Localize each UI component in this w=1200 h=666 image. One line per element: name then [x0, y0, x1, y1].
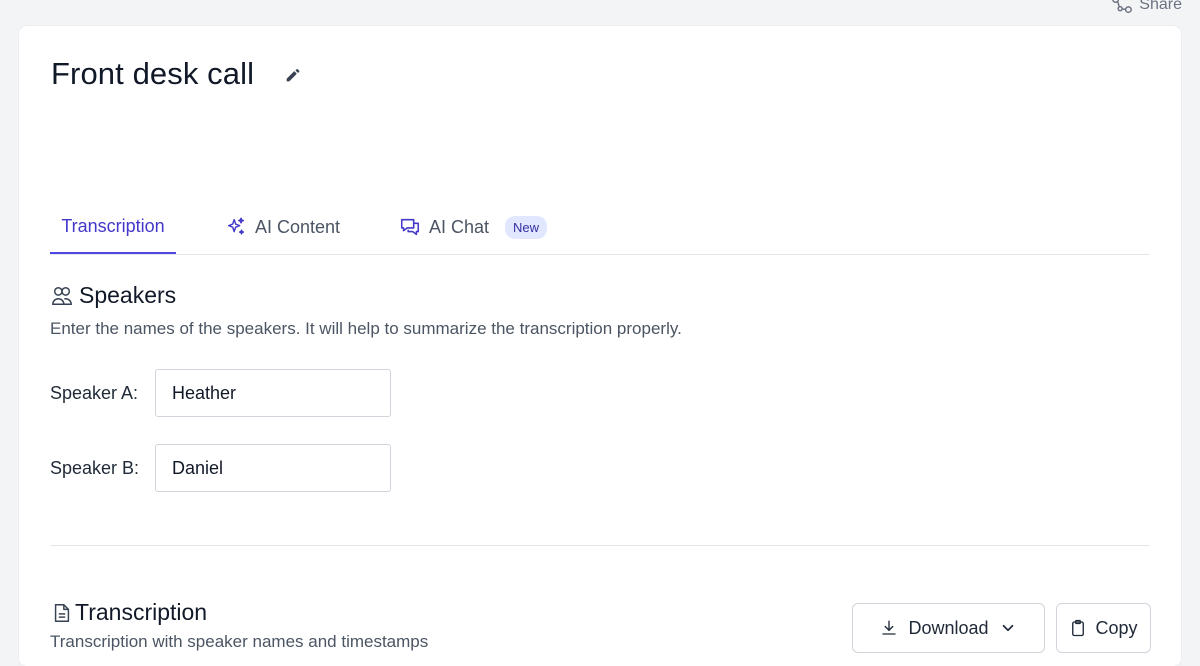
- share-label: Share: [1139, 0, 1182, 14]
- edit-title-button[interactable]: [282, 62, 306, 86]
- users-icon: [51, 285, 73, 307]
- speakers-title: Speakers: [79, 282, 176, 309]
- page-title: Front desk call: [51, 56, 254, 92]
- tab-transcription[interactable]: Transcription: [50, 200, 176, 254]
- download-icon: [880, 619, 898, 637]
- share-icon: [1111, 0, 1133, 16]
- download-button[interactable]: Download: [852, 603, 1045, 653]
- speaker-a-label: Speaker A:: [50, 383, 155, 404]
- speaker-b-input[interactable]: [155, 444, 391, 492]
- copy-button[interactable]: Copy: [1056, 603, 1151, 653]
- chevron-down-icon: [999, 619, 1017, 637]
- main-card: Front desk call Transcription AI Content…: [19, 26, 1181, 666]
- transcription-heading: Transcription: [51, 599, 207, 626]
- speaker-a-row: Speaker A:: [50, 369, 391, 417]
- transcription-title: Transcription: [75, 599, 207, 626]
- share-button[interactable]: Share: [1111, 0, 1182, 16]
- speakers-description: Enter the names of the speakers. It will…: [50, 319, 682, 339]
- tab-ai-content[interactable]: AI Content: [225, 200, 340, 254]
- download-label: Download: [908, 618, 988, 639]
- tab-ai-content-label: AI Content: [255, 217, 340, 238]
- chat-icon: [399, 216, 421, 238]
- copy-label: Copy: [1095, 618, 1137, 639]
- tab-bar: Transcription AI Content AI Chat New: [50, 200, 1150, 255]
- title-row: Front desk call: [51, 56, 306, 92]
- transcription-description: Transcription with speaker names and tim…: [50, 632, 428, 652]
- new-badge: New: [505, 216, 547, 239]
- tab-transcription-label: Transcription: [61, 216, 164, 237]
- speakers-heading: Speakers: [51, 282, 176, 309]
- speaker-b-label: Speaker B:: [50, 458, 155, 479]
- document-icon: [51, 602, 73, 624]
- tab-ai-chat-label: AI Chat: [429, 217, 489, 238]
- section-divider: [50, 545, 1150, 546]
- tab-ai-chat[interactable]: AI Chat New: [399, 200, 547, 254]
- clipboard-icon: [1069, 619, 1087, 637]
- speaker-a-input[interactable]: [155, 369, 391, 417]
- sparkles-icon: [225, 216, 247, 238]
- speaker-b-row: Speaker B:: [50, 444, 391, 492]
- pencil-icon: [283, 63, 305, 85]
